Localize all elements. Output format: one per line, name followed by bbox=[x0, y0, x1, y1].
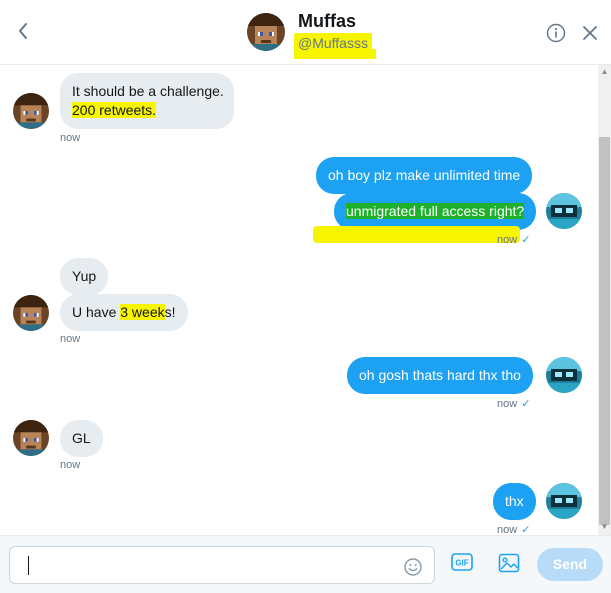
info-button[interactable] bbox=[546, 23, 566, 43]
scroll-thumb[interactable] bbox=[599, 137, 610, 525]
contact-avatar[interactable] bbox=[13, 295, 49, 331]
add-image-button[interactable] bbox=[498, 552, 520, 574]
emoji-button[interactable] bbox=[403, 557, 423, 577]
message-scrollbar[interactable]: ▲ ▼ bbox=[598, 65, 611, 535]
avatar-image bbox=[247, 13, 285, 51]
highlighted-text: 200 retweets. bbox=[72, 102, 157, 118]
gif-button[interactable]: GIF bbox=[451, 552, 473, 572]
message-timestamp: now bbox=[60, 132, 81, 144]
contact-avatar[interactable] bbox=[13, 93, 49, 129]
message-timestamp: now ✓ bbox=[497, 398, 531, 410]
message-bubble-incoming[interactable]: GL bbox=[60, 420, 103, 457]
message-text: U have bbox=[72, 304, 121, 320]
message-bubble-outgoing[interactable]: unmigrated full access right? bbox=[334, 193, 537, 230]
text-caret bbox=[28, 556, 29, 575]
own-avatar[interactable] bbox=[546, 357, 582, 393]
send-button[interactable]: Send bbox=[537, 548, 603, 581]
scroll-down-arrow-icon[interactable]: ▼ bbox=[598, 520, 611, 534]
avatar-image bbox=[13, 93, 49, 129]
message-text: It should be a challenge. bbox=[72, 83, 224, 99]
message-bubble-outgoing[interactable]: oh gosh thats hard thx tho bbox=[347, 357, 533, 394]
highlighted-text: unmigrated full access right? bbox=[346, 203, 525, 219]
info-icon bbox=[546, 23, 566, 43]
contact-handle: @Muffasss bbox=[294, 33, 372, 56]
message-bubble-outgoing[interactable]: oh boy plz make unlimited time bbox=[316, 157, 533, 194]
message-bubble-outgoing[interactable]: thx bbox=[493, 483, 536, 520]
message-bubble-incoming[interactable]: It should be a challenge. 200 retweets. bbox=[60, 73, 234, 129]
back-button[interactable] bbox=[12, 18, 34, 44]
message-timestamp: now bbox=[60, 333, 81, 345]
conversation-header: Muffas @Muffasss bbox=[0, 0, 611, 65]
message-timestamp: now ✓ bbox=[497, 234, 531, 246]
read-receipt-check-icon: ✓ bbox=[521, 398, 531, 410]
message-text: s! bbox=[164, 304, 176, 320]
image-icon bbox=[498, 553, 520, 573]
chevron-left-icon bbox=[19, 23, 27, 39]
contact-name: Muffas bbox=[298, 11, 356, 31]
emoji-icon bbox=[404, 558, 422, 576]
header-avatar[interactable] bbox=[247, 13, 285, 51]
gif-label: GIF bbox=[455, 559, 468, 568]
avatar-image bbox=[546, 193, 582, 229]
own-avatar[interactable] bbox=[546, 193, 582, 229]
read-receipt-check-icon: ✓ bbox=[521, 234, 531, 246]
scroll-up-arrow-icon[interactable]: ▲ bbox=[598, 65, 611, 79]
own-avatar[interactable] bbox=[546, 483, 582, 519]
message-list: It should be a challenge. 200 retweets. … bbox=[0, 65, 598, 536]
avatar-image bbox=[546, 357, 582, 393]
message-bubble-incoming[interactable]: Yup bbox=[60, 258, 109, 295]
avatar-image bbox=[546, 483, 582, 519]
avatar-image bbox=[13, 420, 49, 456]
avatar-image bbox=[13, 295, 49, 331]
message-input[interactable] bbox=[9, 546, 435, 584]
highlighted-text: 3 week bbox=[120, 304, 165, 320]
message-timestamp: now bbox=[60, 459, 81, 471]
message-text: 200 retweets. bbox=[72, 101, 222, 120]
yellow-highlight-mark bbox=[313, 226, 520, 243]
close-button[interactable] bbox=[581, 24, 599, 42]
message-bubble-incoming[interactable]: U have 3 weeks! bbox=[60, 294, 188, 331]
gif-icon: GIF bbox=[451, 553, 473, 571]
contact-avatar[interactable] bbox=[13, 420, 49, 456]
close-icon bbox=[583, 26, 597, 40]
